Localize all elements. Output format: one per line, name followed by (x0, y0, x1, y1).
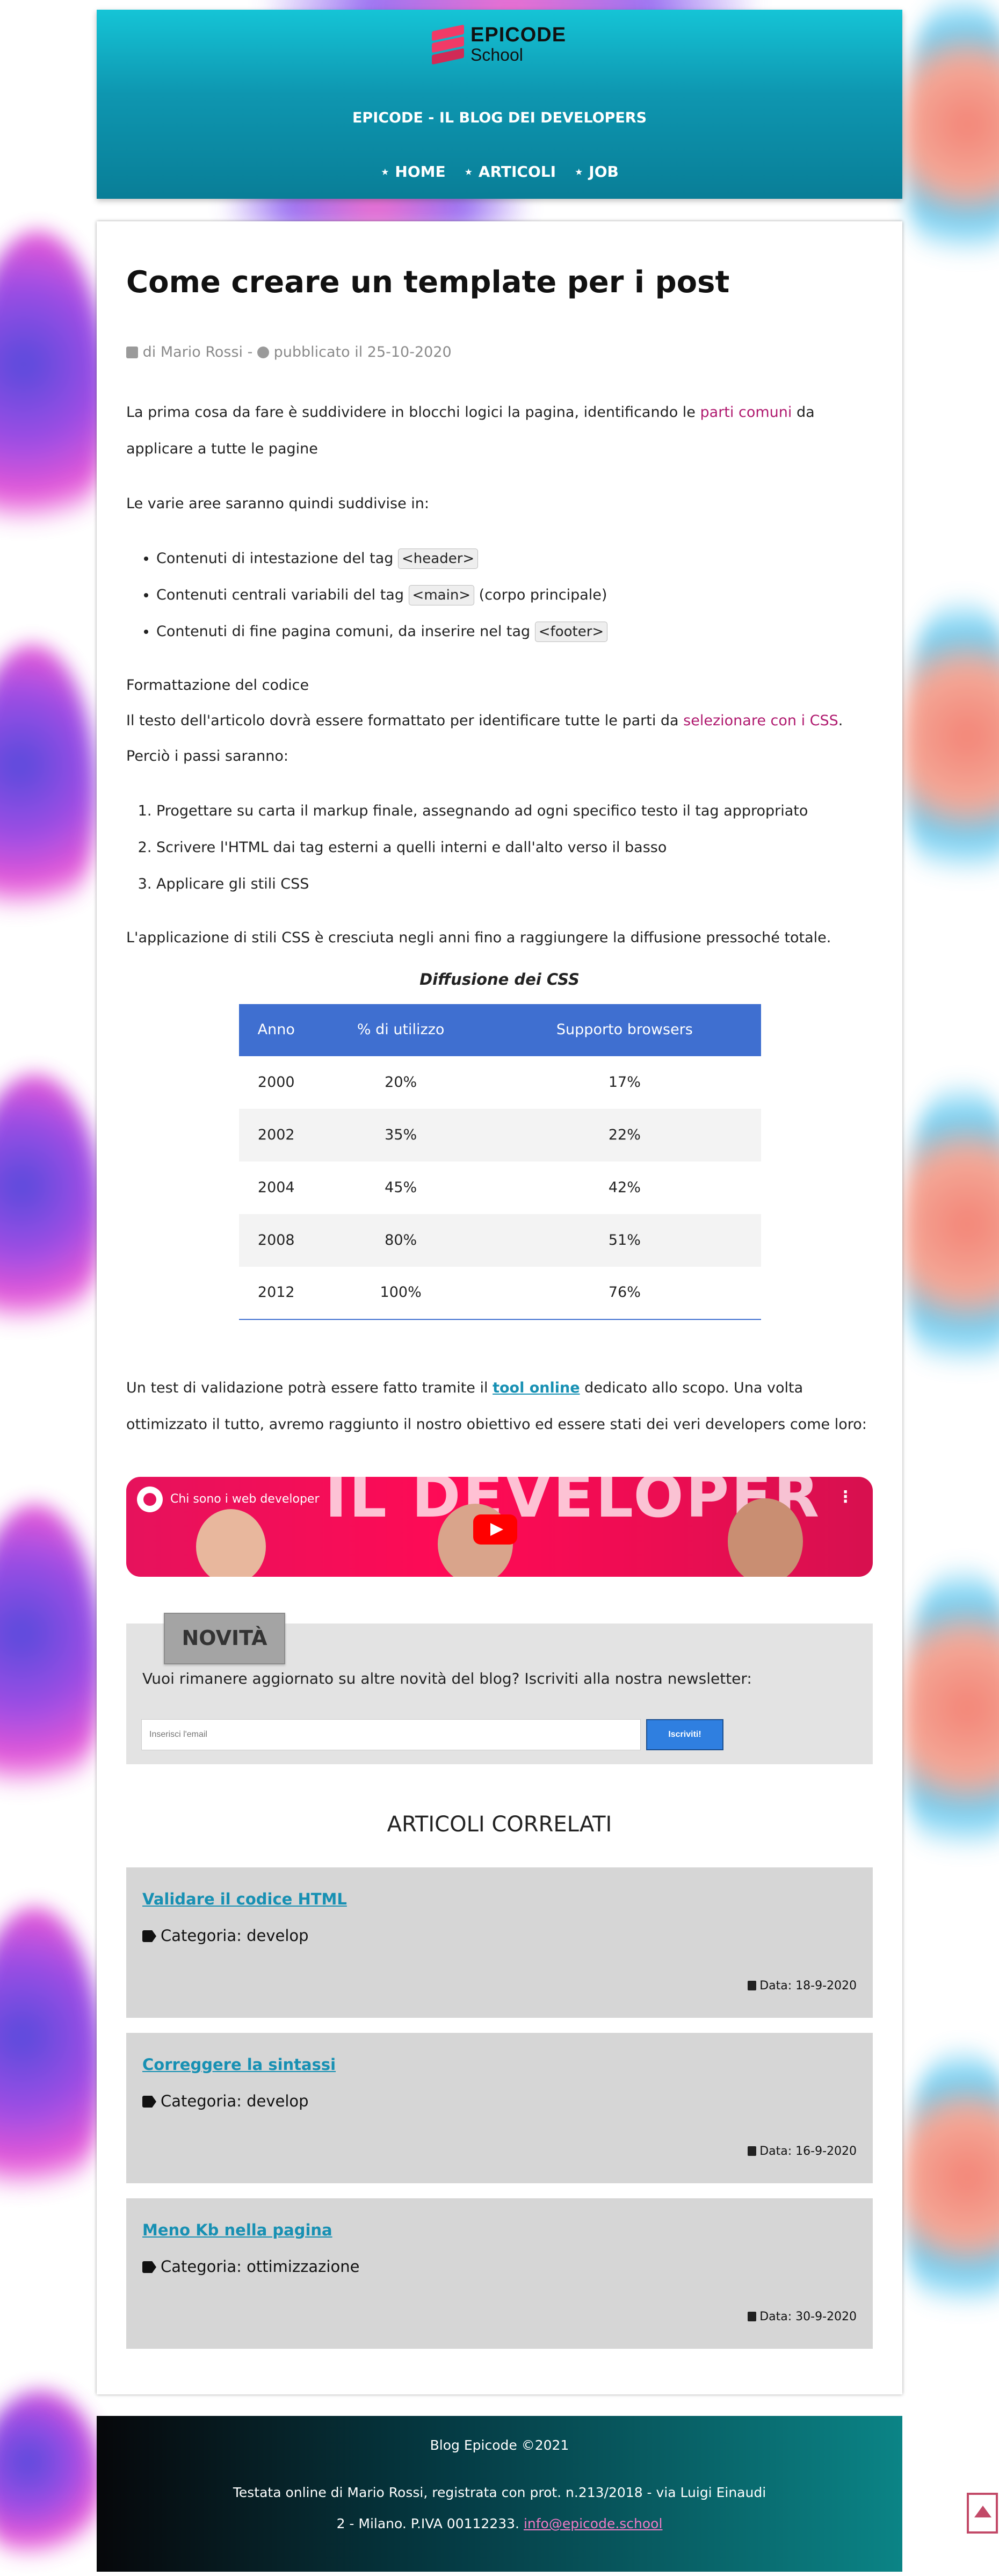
code-tag: <main> (408, 585, 475, 605)
accent-text: parti comuni (700, 404, 792, 421)
calendar-icon (748, 1981, 757, 1990)
epicode-logo[interactable]: EPICODE School (432, 25, 566, 65)
calendar-icon (748, 2312, 757, 2321)
related-article-card: Correggere la sintassi Categoria: develo… (126, 2033, 873, 2183)
background-ink-right (902, 0, 999, 290)
email-input[interactable] (141, 1719, 641, 1750)
paragraph-intro: La prima cosa da fare è suddividere in b… (126, 404, 815, 457)
epicode-logo-icon (432, 25, 465, 65)
video-channel[interactable]: Chi sono i web developer (137, 1487, 320, 1512)
arrow-up-icon[interactable] (967, 2493, 998, 2534)
related-article-category: Categoria: develop (142, 2092, 309, 2111)
table-row: 2008 80% 51% (239, 1214, 761, 1267)
table-row: 2012 100% 76% (239, 1267, 761, 1320)
news-badge: NOVITÀ (164, 1613, 285, 1664)
paragraph-steps-intro: Perciò i passi saranno: (126, 748, 288, 764)
code-tag: <header> (398, 549, 479, 569)
more-options-icon[interactable]: ⋮ (837, 1488, 853, 1507)
article-author: di Mario Rossi - (142, 344, 257, 360)
list-item: Contenuti centrali variabili del tag <ma… (156, 577, 873, 614)
background-ink-left (0, 1074, 102, 1354)
paragraph-css-diffusion: L'applicazione di stili CSS è cresciuta … (126, 929, 831, 946)
pencil-square-icon (126, 347, 138, 358)
play-icon[interactable] (473, 1514, 517, 1545)
list-item: Contenuti di intestazione del tag <heade… (156, 540, 873, 577)
table-header: % di utilizzo (313, 1004, 488, 1056)
areas-list: Contenuti di intestazione del tag <heade… (126, 540, 873, 650)
background-ink-right (902, 591, 999, 913)
clock-icon (257, 347, 269, 358)
tag-icon (142, 2261, 156, 2273)
main-nav: ⋆ HOME ⋆ ARTICOLI ⋆ JOB (97, 163, 902, 181)
list-item: Applicare gli stili CSS (156, 866, 873, 903)
footer-email-link[interactable]: info@epicode.school (524, 2516, 662, 2531)
accent-text: selezionare con i CSS (683, 712, 838, 729)
newsletter-box: NOVITÀ Vuoi rimanere aggiornato su altre… (126, 1613, 873, 1764)
background-ink-right (902, 2041, 999, 2342)
list-item: Scrivere l'HTML dai tag esterni a quelli… (156, 829, 873, 866)
table-header: Supporto browsers (488, 1004, 761, 1056)
background-ink-left (0, 2391, 102, 2568)
table-caption: Diffusione dei CSS (419, 970, 580, 988)
related-article-date: Data: 16-9-2020 (748, 2145, 857, 2159)
section-heading-format: Formattazione del codice (126, 677, 309, 694)
table-header: Anno (239, 1004, 314, 1056)
background-ink-right (902, 1558, 999, 1891)
footer-copyright: Blog Epicode ©2021 (430, 2437, 569, 2453)
logo-title: EPICODE (470, 24, 567, 46)
background-ink-left (0, 1907, 102, 2229)
channel-avatar[interactable] (137, 1487, 163, 1512)
calendar-icon (748, 2146, 757, 2156)
related-articles-title: ARTICOLI CORRELATI (387, 1812, 612, 1837)
video-thumbnail-face (196, 1509, 266, 1577)
paragraph-format: Il testo dell'articolo dovrà essere form… (126, 712, 843, 729)
nav-home[interactable]: ⋆ HOME (380, 163, 446, 181)
footer-legal-line: Testata online di Mario Rossi, registrat… (233, 2485, 766, 2500)
article-published: pubblicato il 25-10-2020 (273, 344, 452, 360)
video-title[interactable]: Chi sono i web developer (170, 1492, 320, 1506)
newsletter-text: Vuoi rimanere aggiornato su altre novità… (142, 1670, 752, 1687)
subscribe-button[interactable]: Iscriviti! (646, 1719, 723, 1750)
related-article-category: Categoria: develop (142, 1926, 309, 1945)
steps-list: Progettare su carta il markup finale, as… (126, 793, 873, 903)
background-ink-left (0, 231, 107, 564)
related-article-card: Meno Kb nella pagina Categoria: ottimizz… (126, 2198, 873, 2349)
tag-icon (142, 2096, 156, 2108)
related-article-link[interactable]: Validare il codice HTML (142, 1890, 347, 1909)
nav-articoli[interactable]: ⋆ ARTICOLI (464, 163, 556, 181)
related-article-card: Validare il codice HTML Categoria: devel… (126, 1867, 873, 2018)
article-main: Come creare un template per i post di Ma… (97, 221, 902, 2394)
table-row: 2000 20% 17% (257, 1073, 641, 1091)
table-row: 2004 45% 42% (257, 1179, 641, 1196)
related-article-date: Data: 30-9-2020 (748, 2310, 857, 2324)
related-article-date: Data: 18-9-2020 (748, 1979, 857, 1993)
paragraph-areas: Le varie aree saranno quindi suddivise i… (126, 495, 430, 512)
paragraph-validation: Un test di validazione potrà essere fatt… (126, 1380, 867, 1433)
site-tagline: EPICODE - IL BLOG DEI DEVELOPERS (352, 110, 647, 126)
footer-address-line: 2 - Milano. P.IVA 00112233. info@epicode… (336, 2516, 663, 2531)
article-title: Come creare un template per i post (126, 265, 730, 300)
video-thumbnail-face (728, 1498, 803, 1577)
related-article-category: Categoria: ottimizzazione (142, 2257, 359, 2276)
code-tag: <footer> (534, 622, 608, 642)
related-article-link[interactable]: Meno Kb nella pagina (142, 2221, 332, 2240)
background-ink-left (0, 645, 97, 946)
site-header: EPICODE School EPICODE - IL BLOG DEI DEV… (97, 10, 902, 199)
css-diffusion-table: Anno % di utilizzo Supporto browsers 200… (239, 1004, 761, 1320)
article-meta: di Mario Rossi - pubblicato il 25-10-202… (126, 344, 452, 361)
list-item: Progettare su carta il markup finale, as… (156, 793, 873, 829)
related-article-link[interactable]: Correggere la sintassi (142, 2055, 336, 2074)
background-ink-left (0, 1504, 102, 1827)
table-row: 2002 35% 22% (239, 1109, 761, 1161)
list-item: Contenuti di fine pagina comuni, da inse… (156, 614, 873, 650)
tool-online-link[interactable]: tool online (493, 1380, 580, 1396)
tag-icon (142, 1930, 156, 1942)
background-ink-right (902, 1074, 999, 1408)
youtube-video-embed[interactable]: IL DEVELOPER Chi sono i web developer ⋮ (126, 1477, 873, 1577)
nav-job[interactable]: ⋆ JOB (574, 163, 619, 181)
site-footer: Blog Epicode ©2021 Testata online di Mar… (97, 2416, 902, 2572)
logo-subtitle: School (470, 45, 523, 64)
